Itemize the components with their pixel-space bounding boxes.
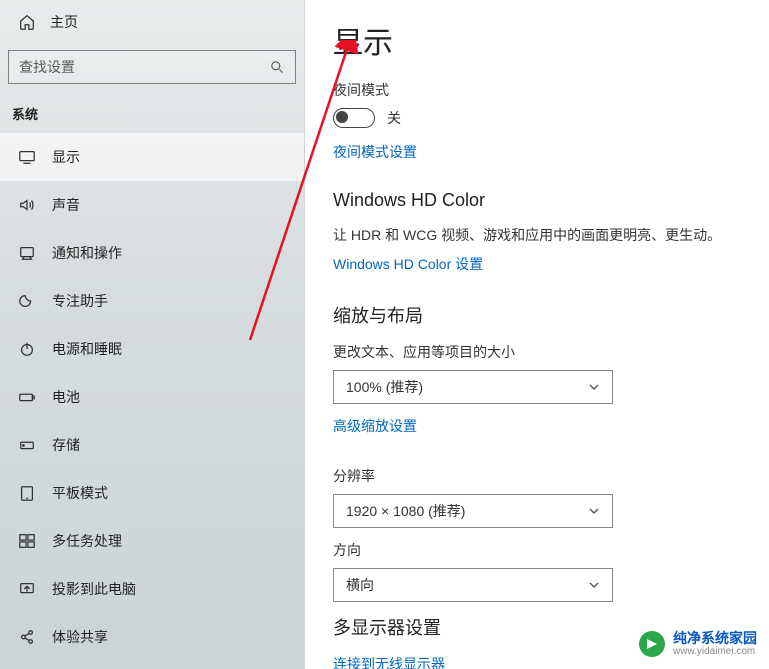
- sidebar-item-power[interactable]: 电源和睡眠: [0, 325, 304, 373]
- sidebar-item-label: 平板模式: [52, 483, 108, 503]
- search-input[interactable]: [19, 59, 269, 75]
- home-icon: [18, 13, 36, 31]
- night-mode-toggle[interactable]: [333, 108, 375, 128]
- sidebar-item-sound[interactable]: 声音: [0, 181, 304, 229]
- sidebar-item-label: 专注助手: [52, 291, 108, 311]
- sidebar-item-storage[interactable]: 存储: [0, 421, 304, 469]
- sidebar-item-label: 存储: [52, 435, 80, 455]
- display-icon: [18, 148, 36, 166]
- sidebar-item-multitask[interactable]: 多任务处理: [0, 517, 304, 565]
- resolution-value: 1920 × 1080 (推荐): [346, 501, 465, 521]
- main-panel: 显示 夜间模式 关 夜间模式设置 Windows HD Color 让 HDR …: [305, 0, 769, 669]
- resolution-select[interactable]: 1920 × 1080 (推荐): [333, 494, 613, 528]
- home-label: 主页: [50, 12, 78, 32]
- watermark-icon: [637, 629, 667, 659]
- multitask-icon: [18, 532, 36, 550]
- scale-label: 更改文本、应用等项目的大小: [333, 342, 741, 362]
- hd-color-link[interactable]: Windows HD Color 设置: [333, 254, 483, 274]
- chevron-down-icon: [588, 579, 600, 591]
- sidebar-item-label: 电池: [52, 387, 80, 407]
- night-mode-state: 关: [387, 108, 401, 128]
- sidebar-item-label: 多任务处理: [52, 531, 122, 551]
- hd-color-heading: Windows HD Color: [333, 190, 741, 211]
- section-title: 系统: [0, 88, 304, 133]
- sound-icon: [18, 196, 36, 214]
- watermark: 纯净系统家园 www.yidaimei.com: [637, 629, 757, 659]
- wireless-display-link[interactable]: 连接到无线显示器: [333, 654, 445, 669]
- sidebar-item-notifications[interactable]: 通知和操作: [0, 229, 304, 277]
- sidebar-item-project[interactable]: 投影到此电脑: [0, 565, 304, 613]
- sidebar-item-label: 体验共享: [52, 627, 108, 647]
- night-mode-label: 夜间模式: [333, 80, 741, 100]
- sidebar-item-share[interactable]: 体验共享: [0, 613, 304, 661]
- sidebar-item-label: 显示: [52, 147, 80, 167]
- storage-icon: [18, 436, 36, 454]
- search-box[interactable]: [8, 50, 296, 84]
- orientation-value: 横向: [346, 575, 374, 595]
- search-icon: [269, 59, 285, 75]
- sidebar-item-battery[interactable]: 电池: [0, 373, 304, 421]
- sidebar-item-tablet[interactable]: 平板模式: [0, 469, 304, 517]
- tablet-icon: [18, 484, 36, 502]
- resolution-label: 分辨率: [333, 466, 741, 486]
- focus-icon: [18, 292, 36, 310]
- page-title: 显示: [333, 18, 741, 62]
- share-icon: [18, 628, 36, 646]
- sidebar-item-focus[interactable]: 专注助手: [0, 277, 304, 325]
- watermark-name: 纯净系统家园: [673, 630, 757, 647]
- sidebar: 主页 系统 显示 声音 通知和操作 专注助手 电源和睡眠: [0, 0, 305, 669]
- orientation-select[interactable]: 横向: [333, 568, 613, 602]
- battery-icon: [18, 388, 36, 406]
- notifications-icon: [18, 244, 36, 262]
- scale-select[interactable]: 100% (推荐): [333, 370, 613, 404]
- advanced-scale-link[interactable]: 高级缩放设置: [333, 416, 417, 436]
- watermark-url: www.yidaimei.com: [673, 646, 757, 658]
- sidebar-item-label: 电源和睡眠: [52, 339, 122, 359]
- chevron-down-icon: [588, 381, 600, 393]
- scale-value: 100% (推荐): [346, 377, 423, 397]
- sidebar-item-display[interactable]: 显示: [0, 133, 304, 181]
- project-icon: [18, 580, 36, 598]
- power-icon: [18, 340, 36, 358]
- orientation-label: 方向: [333, 540, 741, 560]
- sidebar-item-label: 声音: [52, 195, 80, 215]
- sidebar-item-label: 投影到此电脑: [52, 579, 136, 599]
- chevron-down-icon: [588, 505, 600, 517]
- night-mode-link[interactable]: 夜间模式设置: [333, 142, 417, 162]
- hd-color-desc: 让 HDR 和 WCG 视频、游戏和应用中的画面更明亮、更生动。: [333, 225, 741, 246]
- home-button[interactable]: 主页: [0, 0, 304, 42]
- scale-heading: 缩放与布局: [333, 302, 741, 328]
- sidebar-item-label: 通知和操作: [52, 243, 122, 263]
